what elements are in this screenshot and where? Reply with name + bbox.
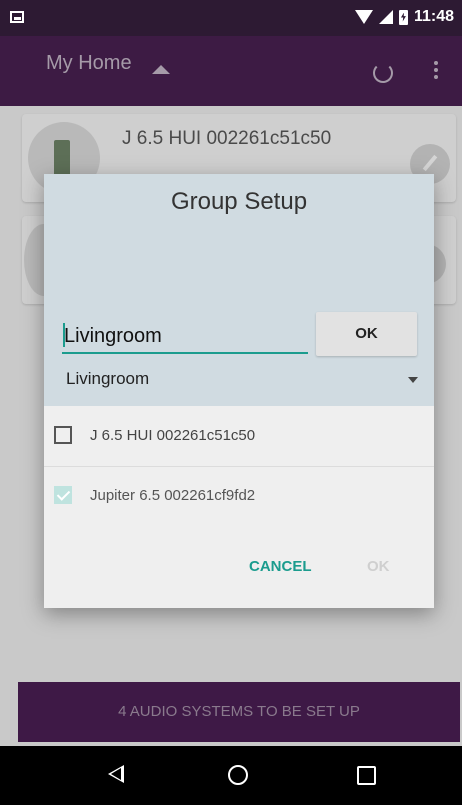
group-setup-dialog: Group Setup OK Livingroom J 6.5 HUI 0022… [44, 174, 434, 608]
back-icon[interactable] [108, 765, 124, 783]
group-select-value: Livingroom [66, 369, 150, 388]
dialog-title: Group Setup [170, 188, 308, 215]
recents-icon[interactable] [357, 766, 376, 785]
battery-charging-icon [398, 9, 408, 25]
ok-button[interactable]: OK [367, 558, 390, 575]
checkbox-checked-icon[interactable] [54, 486, 72, 504]
image-notification-icon [10, 11, 24, 23]
wifi-icon [354, 10, 373, 24]
cancel-button[interactable]: CANCEL [249, 558, 312, 575]
app-bar: My Home [0, 36, 462, 106]
confirm-name-button[interactable]: OK [316, 312, 417, 356]
status-icons: 11:48 [354, 8, 454, 26]
status-bar: 11:48 [0, 0, 462, 36]
text-cursor [63, 323, 65, 347]
overflow-menu-icon[interactable] [434, 61, 438, 82]
signal-icon [378, 10, 393, 24]
checkbox-unchecked-icon[interactable] [54, 426, 72, 444]
dialog-header: Group Setup OK Livingroom [44, 174, 434, 406]
refresh-icon[interactable] [373, 63, 393, 83]
clock: 11:48 [413, 8, 454, 25]
group-select-dropdown[interactable]: Livingroom [66, 369, 418, 393]
device-option-label: Jupiter 6.5 002261cf9fd2 [90, 487, 256, 504]
home-selector-title[interactable]: My Home [46, 52, 132, 75]
device-option[interactable]: Jupiter 6.5 002261cf9fd2 [44, 466, 434, 526]
device-option-label: J 6.5 HUI 002261c51c50 [90, 427, 256, 444]
device-name: J 6.5 HUI 002261c51c50 [122, 128, 332, 149]
setup-audio-systems-bar[interactable]: 4 AUDIO SYSTEMS TO BE SET UP [18, 682, 460, 742]
home-icon[interactable] [228, 765, 248, 785]
dropdown-arrow-icon [408, 377, 418, 383]
group-name-input[interactable] [62, 320, 308, 354]
caret-up-icon[interactable] [152, 65, 170, 74]
navigation-bar [0, 746, 462, 805]
device-option[interactable]: J 6.5 HUI 002261c51c50 [44, 406, 434, 467]
